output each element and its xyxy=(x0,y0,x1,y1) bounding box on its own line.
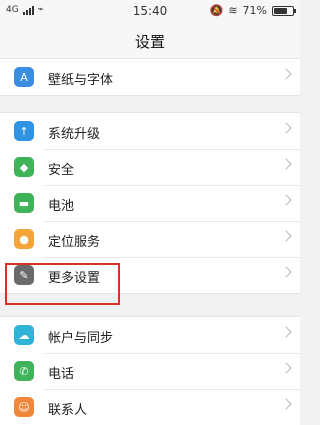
battery-charging-icon xyxy=(272,5,296,16)
settings-item-label: 联系人 xyxy=(48,403,88,418)
settings-item-phone[interactable]: ✆ 电话 xyxy=(0,353,300,389)
wrench-icon: ✎ xyxy=(14,265,34,285)
chevron-right-icon xyxy=(280,362,292,374)
settings-group-system: ↑ 系统升级 ◆ 安全 ▬ 电池 ● 定位服务 ✎ 更多设置 xyxy=(0,112,300,294)
settings-item-location[interactable]: ● 定位服务 xyxy=(0,221,300,257)
settings-item-more-settings[interactable]: ✎ 更多设置 xyxy=(0,257,300,293)
page-title: 设置 xyxy=(134,33,165,51)
settings-item-contacts[interactable]: ☺ 联系人 xyxy=(0,389,300,425)
chevron-right-icon xyxy=(280,194,292,206)
settings-item-system-update[interactable]: ↑ 系统升级 xyxy=(0,113,300,149)
contacts-icon: ☺ xyxy=(14,397,34,417)
settings-item-label: 系统升级 xyxy=(48,127,101,142)
settings-item-security[interactable]: ◆ 安全 xyxy=(0,149,300,185)
chevron-right-icon xyxy=(280,266,292,278)
settings-item-battery[interactable]: ▬ 电池 xyxy=(0,185,300,221)
security-shield-icon: ◆ xyxy=(14,157,34,177)
status-bar: 4G ⌁ 15:40 🔕 ≋ 71% xyxy=(0,0,300,22)
chevron-right-icon xyxy=(280,122,292,134)
settings-item-label: 更多设置 xyxy=(48,271,101,286)
chevron-right-icon xyxy=(280,68,292,80)
chevron-right-icon xyxy=(280,398,292,410)
settings-item-account-sync[interactable]: ☁ 帐户与同步 xyxy=(0,317,300,353)
settings-item-label: 安全 xyxy=(48,163,75,178)
phone-icon: ✆ xyxy=(14,361,34,381)
battery-level-fill xyxy=(274,7,287,14)
battery-icon: ▬ xyxy=(14,193,34,213)
wallpaper-font-icon: A xyxy=(14,67,34,87)
settings-item-label: 定位服务 xyxy=(48,235,101,250)
system-update-icon: ↑ xyxy=(14,121,34,141)
settings-item-label: 电话 xyxy=(48,367,75,382)
header-bar: 设置 xyxy=(0,22,300,60)
settings-group-display: A 壁纸与字体 xyxy=(0,58,300,96)
chevron-right-icon xyxy=(280,230,292,242)
account-sync-icon: ☁ xyxy=(14,325,34,345)
settings-group-accounts: ☁ 帐户与同步 ✆ 电话 ☺ 联系人 xyxy=(0,316,300,425)
chevron-right-icon xyxy=(280,326,292,338)
settings-item-label: 壁纸与字体 xyxy=(48,73,114,88)
location-icon: ● xyxy=(14,229,34,249)
settings-item-wallpaper-font[interactable]: A 壁纸与字体 xyxy=(0,59,300,95)
chevron-right-icon xyxy=(280,158,292,170)
settings-item-label: 电池 xyxy=(48,199,75,214)
status-right: 🔕 ≋ 71% xyxy=(209,4,296,17)
wifi-icon: ≋ xyxy=(228,4,238,17)
settings-item-label: 帐户与同步 xyxy=(48,331,114,346)
mute-bell-icon: 🔕 xyxy=(209,4,224,17)
battery-percent: 71% xyxy=(242,4,267,17)
